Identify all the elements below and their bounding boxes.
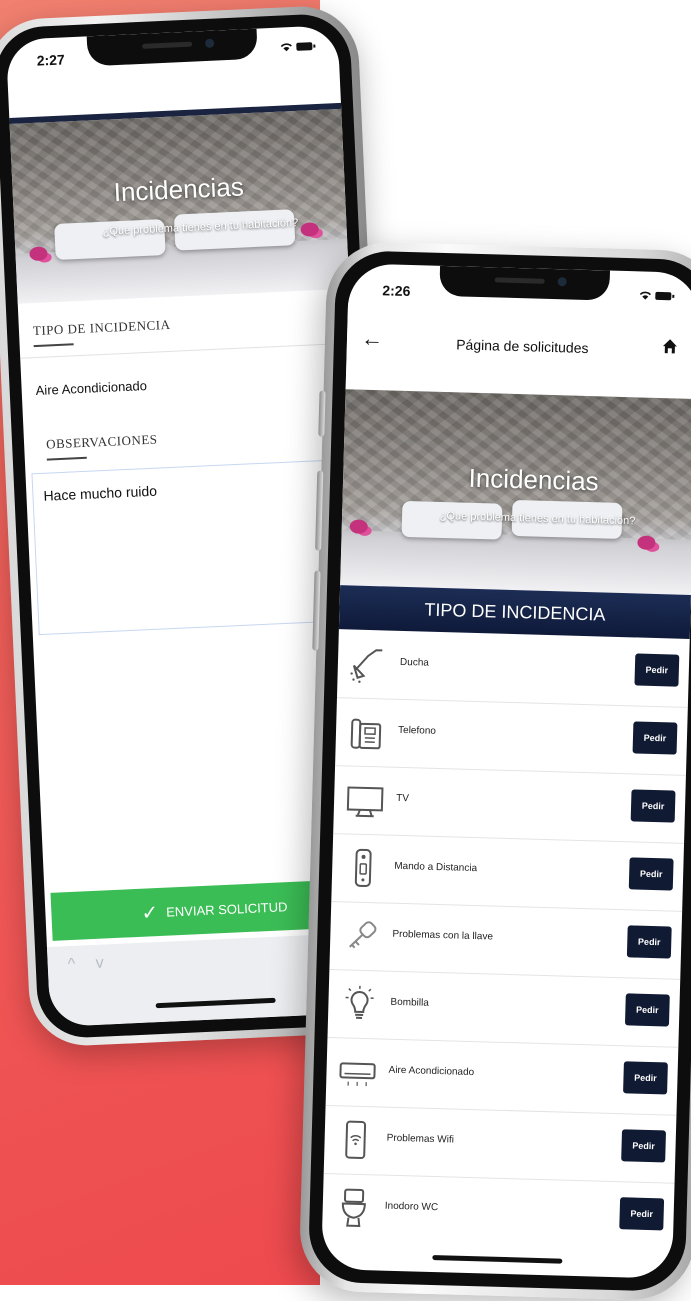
key-icon: [349, 921, 377, 949]
item-label: Aire Acondicionado: [388, 1064, 475, 1079]
list-item: Problemas Wifi Pedir: [323, 1104, 677, 1184]
pedir-button[interactable]: Pedir: [630, 789, 676, 823]
pedir-button[interactable]: Pedir: [623, 1061, 668, 1095]
shower-icon: [350, 649, 383, 683]
pedir-button[interactable]: Pedir: [628, 857, 674, 891]
item-label: Problemas con la llave: [392, 928, 494, 943]
item-label: TV: [396, 792, 410, 805]
list-item: Telefono Pedir: [335, 697, 688, 776]
status-icons: [280, 40, 317, 54]
home-indicator: [431, 1254, 562, 1264]
pedir-button[interactable]: Pedir: [619, 1197, 665, 1231]
checkmark-icon: ✓: [140, 901, 159, 925]
home-indicator: [155, 997, 276, 1009]
status-icons: [639, 289, 675, 302]
list-item: Inodoro WC Pedir: [322, 1173, 675, 1251]
send-button-label: ENVIAR SOLICITUD: [165, 898, 288, 920]
notch: [86, 28, 258, 67]
list-item: Problemas con la llave Pedir: [329, 901, 683, 980]
observaciones-text: Hace mucho ruido: [43, 482, 158, 504]
pedir-button[interactable]: Pedir: [626, 925, 672, 959]
app-header: ← Página de solicitudes: [345, 303, 691, 400]
item-label: Bombilla: [390, 996, 429, 1009]
page-title: Página de solicitudes: [456, 336, 589, 357]
section-underline: [46, 456, 87, 461]
notch: [438, 265, 610, 301]
list-item: TV Pedir: [333, 765, 686, 844]
remote-icon: [354, 848, 372, 888]
tipo-label: TIPO DE INCIDENCIA: [32, 316, 171, 339]
item-label: Inodoro WC: [384, 1200, 439, 1214]
front-phone: 2:26 ← Página de solicitudes Incidencias…: [298, 240, 691, 1301]
list-item: Bombilla Pedir: [327, 969, 681, 1048]
item-label: Mando a Distancia: [394, 860, 478, 875]
lightbulb-icon: [345, 985, 374, 1019]
item-label: Telefono: [397, 724, 437, 737]
pedir-button[interactable]: Pedir: [634, 653, 680, 687]
status-time: 2:27: [36, 51, 66, 69]
selected-type[interactable]: Aire Acondicionado: [35, 378, 147, 398]
phone-icon: [350, 718, 382, 750]
pedir-button[interactable]: Pedir: [632, 721, 678, 755]
volume-down-button: [312, 570, 321, 651]
wifi-phone-icon: [345, 1120, 367, 1159]
mute-switch: [318, 390, 326, 437]
air-conditioner-icon: [339, 1062, 376, 1087]
volume-up-button: [315, 470, 324, 551]
toilet-icon: [341, 1188, 366, 1227]
flower-decoration: [349, 519, 368, 534]
flower-decoration: [637, 535, 656, 550]
observaciones-label: OBSERVACIONES: [45, 431, 158, 452]
list-item: Ducha Pedir: [336, 629, 690, 708]
item-label: Ducha: [399, 656, 430, 669]
flower-decoration: [29, 246, 48, 262]
pedir-button[interactable]: Pedir: [624, 993, 670, 1027]
prev-next-arrows-icon[interactable]: ^ v: [67, 954, 112, 974]
section-underline: [33, 343, 74, 348]
list-item: Aire Acondicionado Pedir: [325, 1036, 679, 1116]
front-phone-screen: 2:26 ← Página de solicitudes Incidencias…: [321, 263, 691, 1279]
pedir-button[interactable]: Pedir: [621, 1129, 667, 1163]
tv-icon: [346, 786, 384, 818]
hero-banner: Incidencias ¿Que problema tienes en tu h…: [340, 389, 691, 595]
phone-bezel: 2:26 ← Página de solicitudes Incidencias…: [307, 249, 691, 1293]
item-label: Problemas Wifi: [386, 1132, 455, 1146]
hero-banner: Incidencias ¿Que problema tienes en tu h…: [9, 108, 350, 304]
wifi-battery-icon: [280, 42, 316, 52]
status-time: 2:26: [382, 282, 411, 300]
list-item: Mando a Distancia Pedir: [331, 833, 685, 912]
wifi-battery-icon: [639, 291, 675, 301]
home-icon[interactable]: [662, 338, 678, 354]
